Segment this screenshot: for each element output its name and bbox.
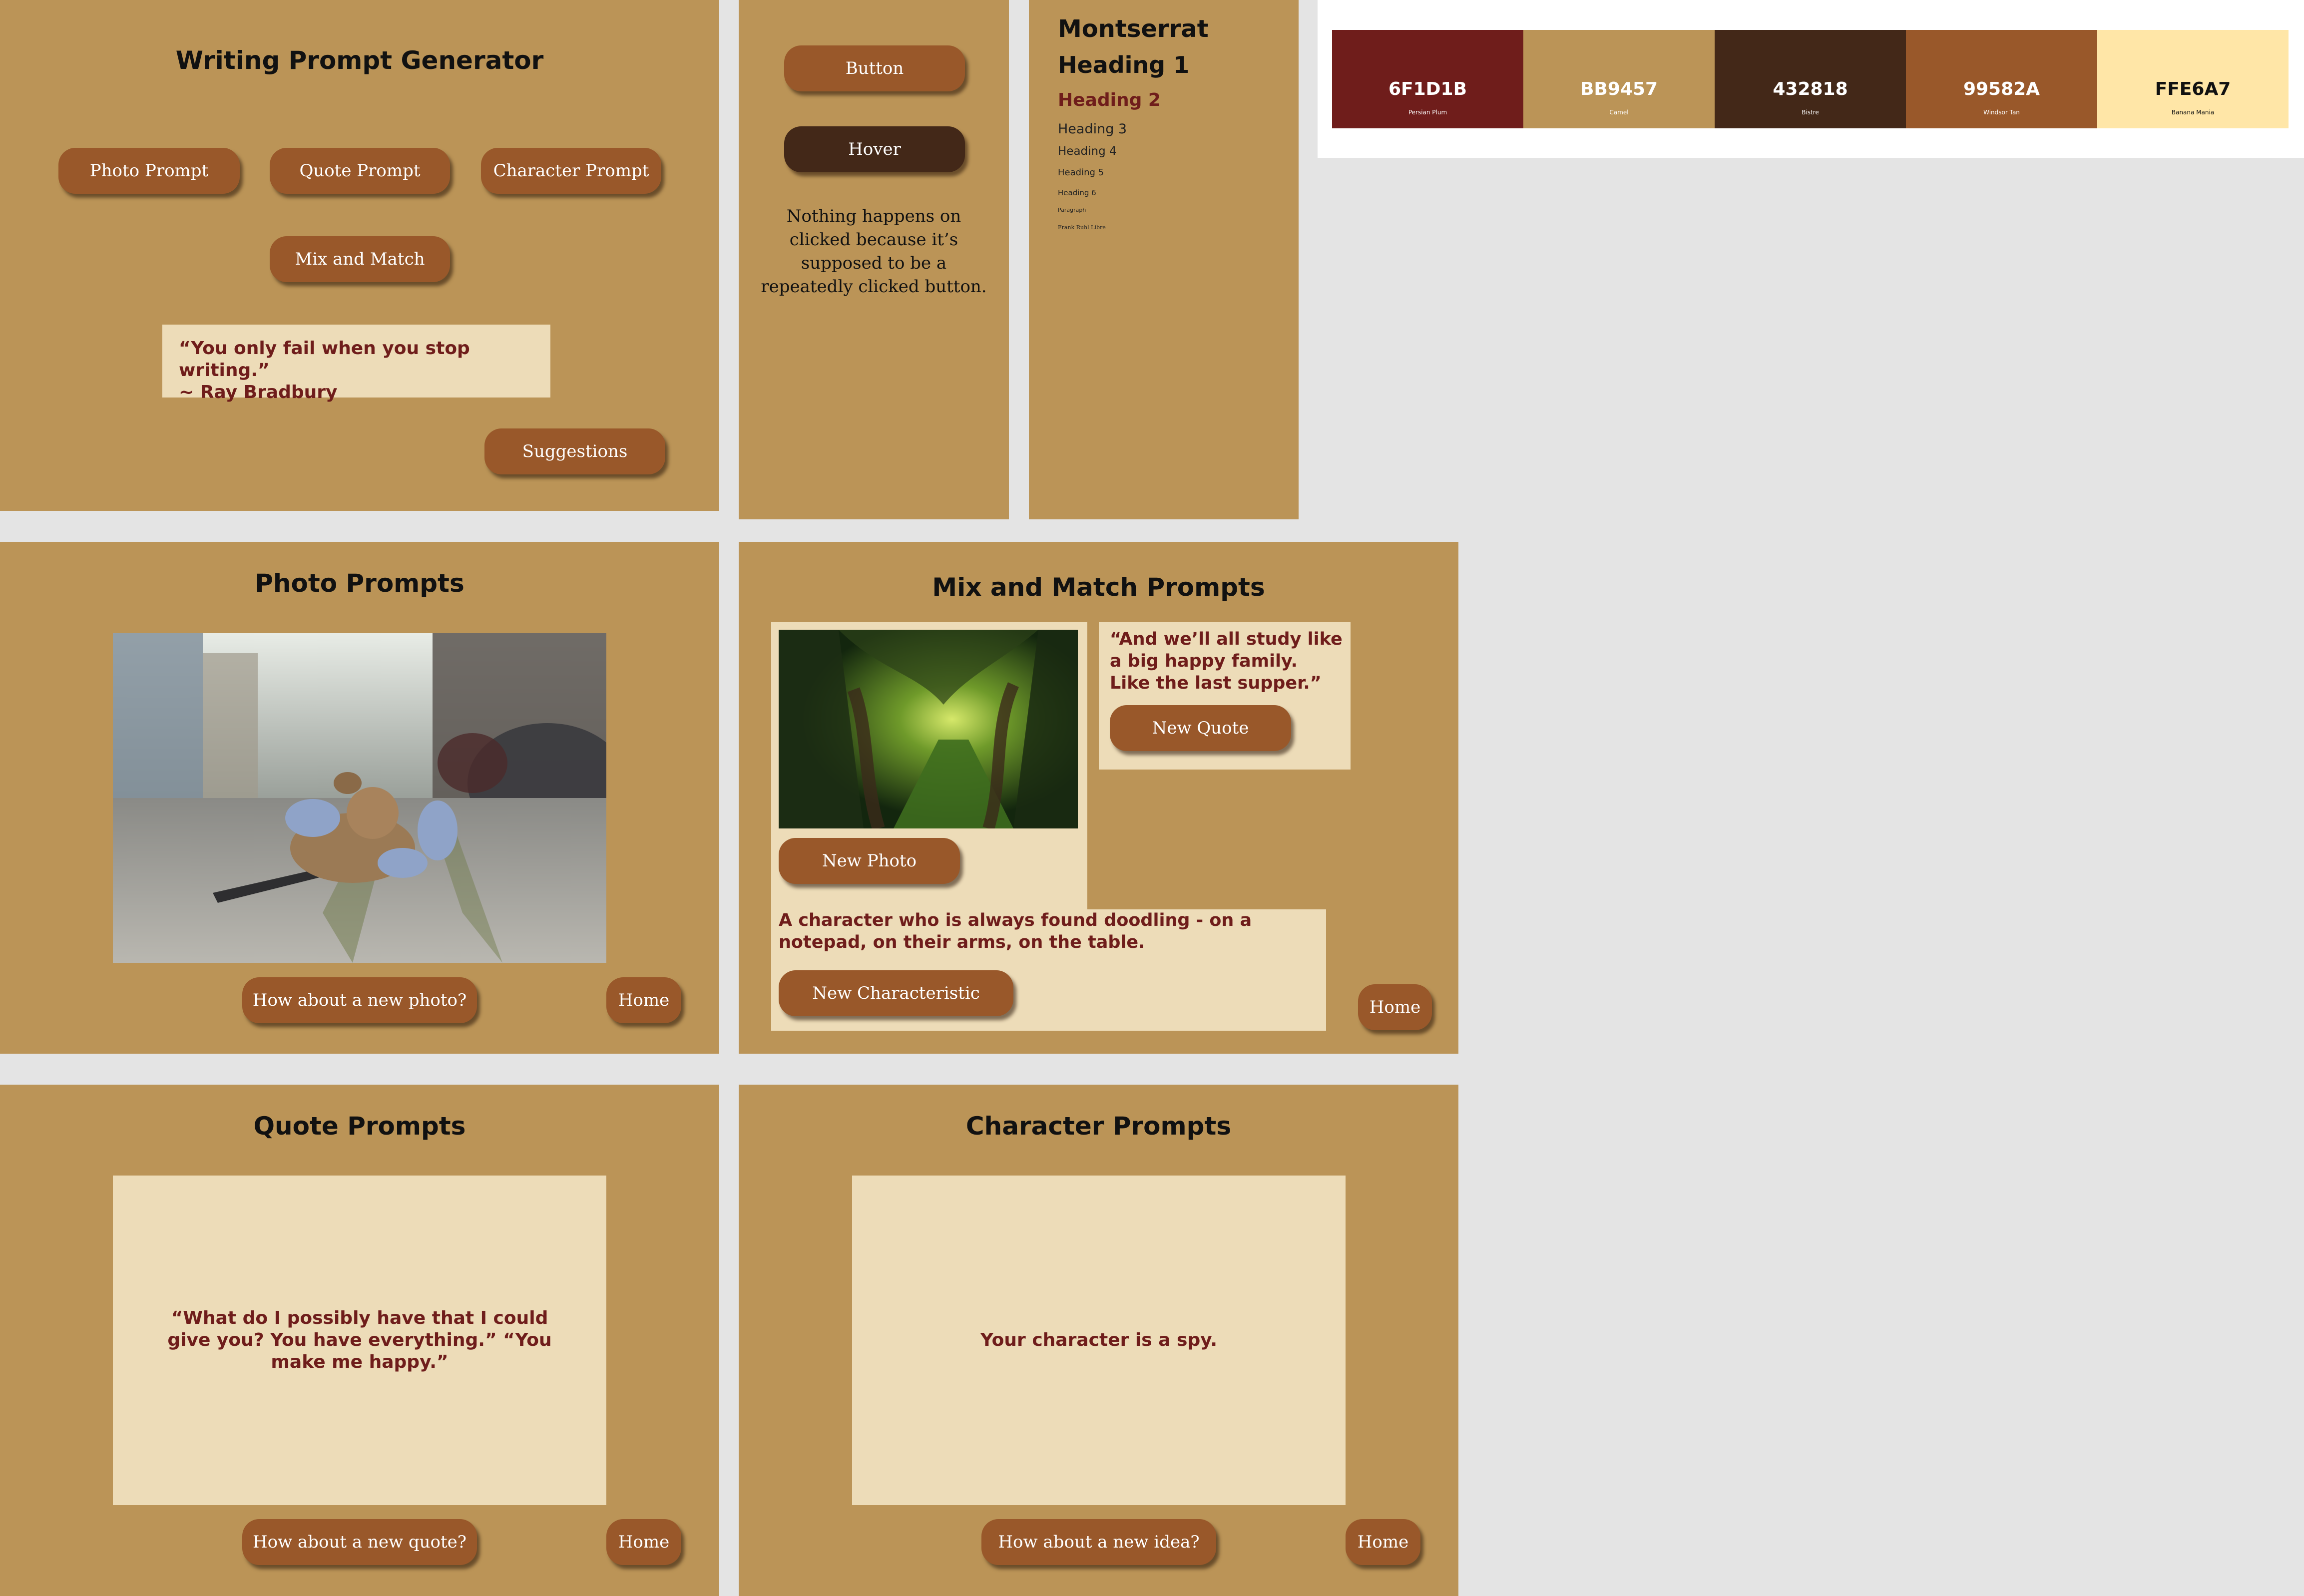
swatch-hex: 99582A — [1963, 79, 2040, 99]
swatch-camel: BB9457 Camel — [1523, 30, 1715, 128]
quote-display-panel: “What do I possibly have that I could gi… — [113, 1176, 606, 1505]
swatch-name: Persian Plum — [1408, 109, 1447, 116]
character-text: Your character is a spy. — [980, 1330, 1218, 1350]
character-prompts-frame: Character Prompts Your character is a sp… — [739, 1085, 1458, 1596]
home-frame: Writing Prompt Generator Photo Prompt Qu… — [0, 0, 719, 511]
photo-panel: New Photo — [771, 622, 1087, 933]
character-display-panel: Your character is a spy. — [852, 1176, 1346, 1505]
new-idea-button[interactable]: How about a new idea? — [981, 1519, 1216, 1565]
swatch-hex: 6F1D1B — [1388, 79, 1467, 99]
character-panel: A character who is always found doodling… — [771, 909, 1326, 1031]
swatch-hex: FFE6A7 — [2155, 79, 2231, 99]
button-note: Nothing happens on clicked because it’s … — [761, 206, 987, 297]
swatch-banana-mania: FFE6A7 Banana Mania — [2097, 30, 2289, 128]
quote-panel: “And we’ll all study like a big happy fa… — [1099, 622, 1351, 770]
color-palette: 6F1D1B Persian Plum BB9457 Camel 432818 … — [1318, 0, 2304, 158]
new-photo-button[interactable]: New Photo — [779, 838, 960, 884]
mix-and-match-frame: Mix and Match Prompts New Photo “And we’… — [739, 542, 1458, 1054]
home-button[interactable]: Home — [606, 977, 681, 1023]
sample-heading-5: Heading 5 — [1058, 167, 1104, 178]
featured-quote-panel: “You only fail when you stop writing.” ~… — [162, 325, 550, 402]
featured-quote-text: “You only fail when you stop writing.” — [179, 338, 470, 381]
mix-and-match-button[interactable]: Mix and Match — [270, 236, 450, 282]
swatch-name: Banana Mania — [2171, 109, 2215, 116]
home-button[interactable]: Home — [606, 1519, 681, 1565]
page-title: Photo Prompts — [255, 569, 464, 598]
home-button[interactable]: Home — [1346, 1519, 1420, 1565]
swatch-hex: 432818 — [1773, 79, 1848, 99]
swatch-name: Windsor Tan — [1983, 109, 2020, 116]
page-title: Character Prompts — [965, 1112, 1232, 1141]
sample-button-normal[interactable]: Button — [784, 45, 965, 91]
sample-heading-4: Heading 4 — [1058, 145, 1117, 158]
page-title: Mix and Match Prompts — [932, 573, 1265, 602]
new-quote-button[interactable]: New Quote — [1110, 705, 1291, 751]
suggestions-button[interactable]: Suggestions — [484, 428, 665, 474]
typography-frame: Montserrat Heading 1 Heading 2 Heading 3… — [1029, 0, 1299, 519]
forest-photo — [779, 630, 1078, 828]
sample-paragraph: Paragraph — [1058, 207, 1086, 213]
mix-quote-text: “And we’ll all study like a big happy fa… — [1110, 629, 1343, 693]
photo-prompts-frame: Photo Prompts How about a new photo? Hom… — [0, 542, 719, 1054]
sample-heading-2: Heading 2 — [1058, 90, 1161, 110]
new-photo-button[interactable]: How about a new photo? — [242, 977, 477, 1023]
quote-text: “What do I possibly have that I could gi… — [167, 1308, 552, 1372]
swatch-name: Bistre — [1802, 109, 1819, 116]
teddy-bear-photo — [113, 633, 606, 963]
new-quote-button[interactable]: How about a new quote? — [242, 1519, 477, 1565]
character-prompt-button[interactable]: Character Prompt — [481, 148, 661, 194]
quote-prompts-frame: Quote Prompts “What do I possibly have t… — [0, 1085, 719, 1596]
home-button[interactable]: Home — [1358, 984, 1432, 1030]
page-title: Writing Prompt Generator — [175, 46, 544, 75]
sample-heading-3: Heading 3 — [1058, 121, 1127, 137]
sample-font-2: Frank Ruhl Libre — [1058, 224, 1106, 231]
swatch-hex: BB9457 — [1580, 79, 1658, 99]
swatch-windsor-tan: 99582A Windsor Tan — [1906, 30, 2097, 128]
featured-quote-author: ~ Ray Bradbury — [179, 382, 338, 402]
new-characteristic-button[interactable]: New Characteristic — [779, 970, 1013, 1016]
sample-heading-6: Heading 6 — [1058, 188, 1096, 197]
photo-prompt-image — [113, 633, 606, 963]
sample-button-hover[interactable]: Hover — [784, 126, 965, 172]
page-title: Quote Prompts — [253, 1112, 466, 1141]
forest-image — [779, 630, 1078, 828]
font-name: Montserrat — [1058, 15, 1209, 43]
photo-prompt-button[interactable]: Photo Prompt — [58, 148, 240, 194]
mix-character-text: A character who is always found doodling… — [779, 910, 1252, 952]
swatch-persian-plum: 6F1D1B Persian Plum — [1332, 30, 1523, 128]
quote-prompt-button[interactable]: Quote Prompt — [270, 148, 450, 194]
swatch-name: Camel — [1609, 109, 1629, 116]
sample-heading-1: Heading 1 — [1058, 51, 1190, 78]
swatch-bistre: 432818 Bistre — [1715, 30, 1906, 128]
button-states-frame: Button Hover Nothing happens on clicked … — [739, 0, 1009, 519]
